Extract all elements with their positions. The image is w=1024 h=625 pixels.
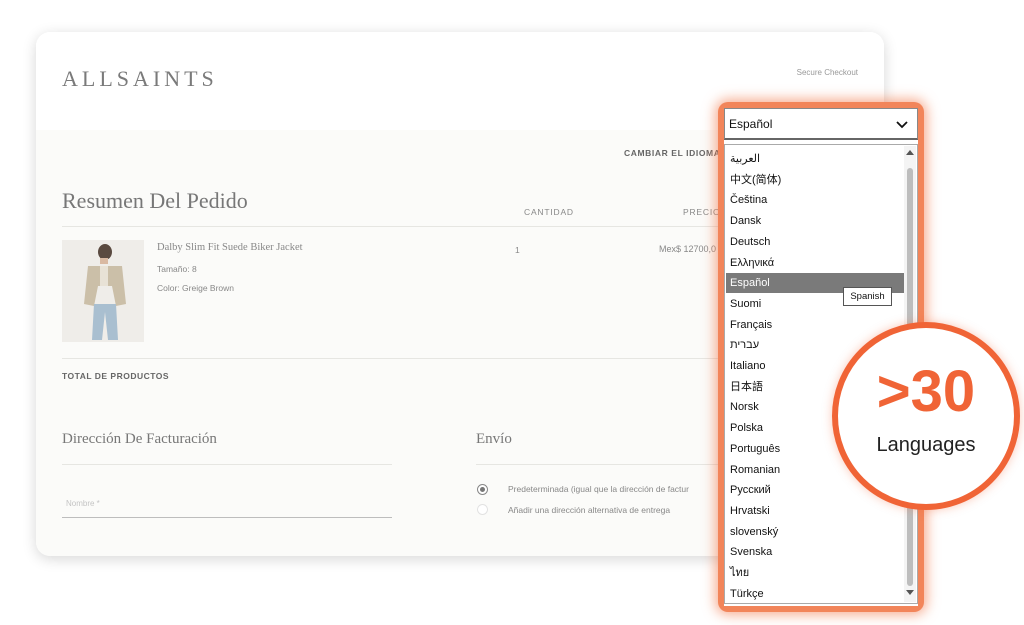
product-image [62,240,144,342]
product-name[interactable]: Dalby Slim Fit Suede Biker Jacket [157,242,303,253]
default-shipping-label[interactable]: Predeterminada (igual que la dirección d… [508,484,689,494]
language-option[interactable]: العربية [726,149,904,169]
language-tooltip: Spanish [843,287,892,306]
language-select[interactable]: Español [724,108,918,140]
default-shipping-radio[interactable] [477,484,488,495]
language-option[interactable]: ไทย [726,563,904,583]
language-option[interactable]: Türkçe [726,584,904,603]
divider [62,464,392,465]
badge-count: >30 [876,359,976,424]
language-option[interactable]: Svenska [726,542,904,562]
order-summary-title: Resumen Del Pedido [62,188,248,213]
product-color: Color: Greige Brown [157,283,235,293]
name-field-underline [62,517,392,518]
language-option[interactable]: Ελληνικά [726,253,904,273]
product-price: Mex$ 12700,0 [659,244,717,254]
brand-logo[interactable]: ALLSAINTS [62,66,218,92]
language-option[interactable]: Hrvatski [726,501,904,521]
scroll-up-icon[interactable] [906,150,914,155]
language-option[interactable]: Dansk [726,211,904,231]
languages-badge: >30 Languages [832,322,1020,510]
secure-checkout-label: Secure Checkout [796,68,858,77]
language-option[interactable]: slovenský [726,522,904,542]
quantity-column-header: CANTIDAD [524,207,574,217]
products-total-label: TOTAL DE PRODUCTOS [62,371,170,381]
name-field[interactable]: Nombre * [66,499,100,508]
badge-label: Languages [876,434,976,456]
change-language-link[interactable]: CAMBIAR EL IDIOMA [624,148,720,158]
chevron-down-icon[interactable] [895,117,909,131]
price-column-header: PRECIO [683,207,721,217]
shipping-title: Envío [476,431,512,447]
product-size: Tamaño: 8 [157,264,197,274]
billing-address-title: Dirección De Facturación [62,431,217,447]
language-option[interactable]: Français [726,315,904,335]
product-quantity: 1 [515,245,520,255]
selected-language: Español [729,117,773,131]
alternate-shipping-radio[interactable] [477,504,488,515]
alternate-shipping-label[interactable]: Añadir una dirección alternativa de entr… [508,505,670,515]
scroll-down-icon[interactable] [906,590,914,595]
language-option[interactable]: 中文(简体) [726,170,904,190]
language-option[interactable]: Deutsch [726,232,904,252]
language-option[interactable]: Čeština [726,190,904,210]
